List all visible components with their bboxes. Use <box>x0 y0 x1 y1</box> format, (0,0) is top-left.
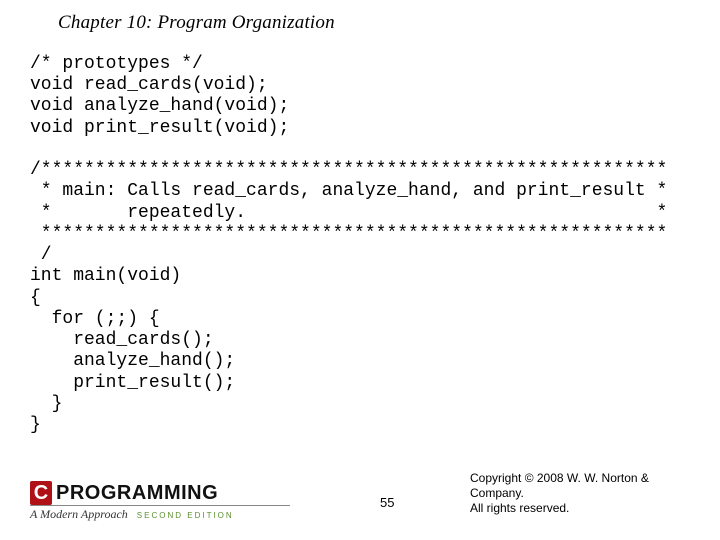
logo-edition: SECOND EDITION <box>137 511 234 520</box>
logo-title-row: C PROGRAMMING <box>30 481 290 505</box>
page-number: 55 <box>380 495 394 510</box>
book-logo: C PROGRAMMING A Modern Approach SECOND E… <box>30 481 290 522</box>
slide: Chapter 10: Program Organization /* prot… <box>0 0 720 540</box>
logo-word: PROGRAMMING <box>56 482 218 505</box>
chapter-heading: Chapter 10: Program Organization <box>58 12 335 34</box>
copyright: Copyright © 2008 W. W. Norton & Company.… <box>470 471 700 516</box>
copyright-line2: All rights reserved. <box>470 501 700 516</box>
code-block: /* prototypes */ void read_cards(void); … <box>30 54 667 436</box>
copyright-line1: Copyright © 2008 W. W. Norton & Company. <box>470 471 700 501</box>
footer: C PROGRAMMING A Modern Approach SECOND E… <box>30 478 700 522</box>
logo-subtitle: A Modern Approach SECOND EDITION <box>30 505 290 522</box>
logo-subtitle-text: A Modern Approach <box>30 507 128 521</box>
logo-c-badge: C <box>30 481 52 505</box>
